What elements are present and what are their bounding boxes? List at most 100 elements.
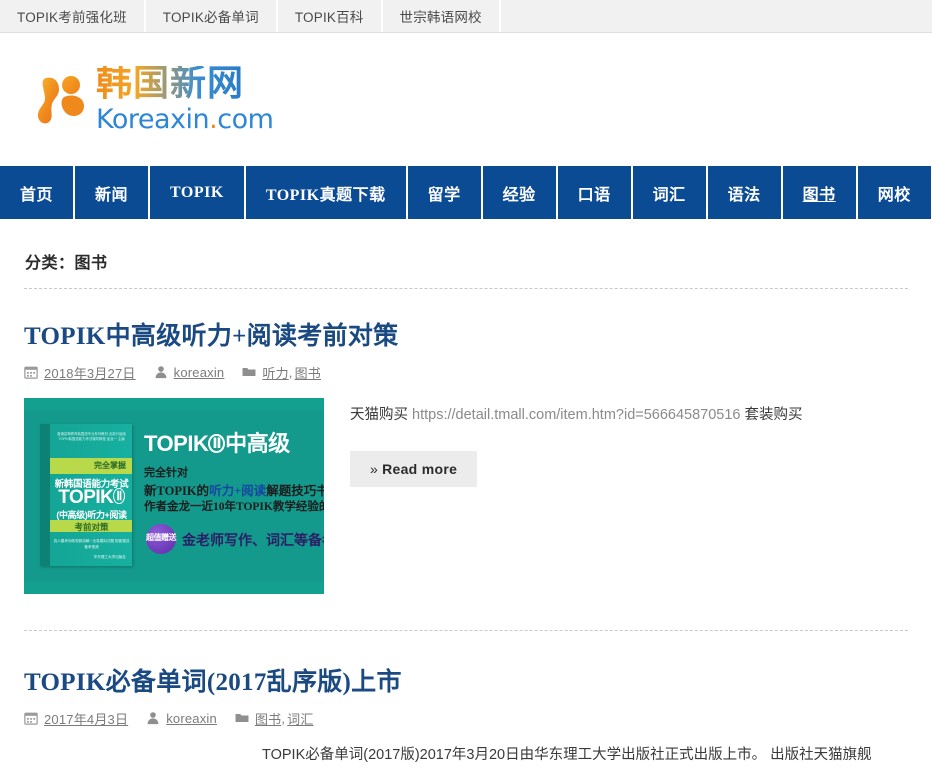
post-category[interactable]: 听力: [262, 363, 288, 382]
book-cover-band-text: 完全掌握: [53, 460, 130, 471]
nav-item-online-school[interactable]: 网校: [858, 166, 932, 219]
post-text-column: 天猫购买 https://detail.tmall.com/item.htm?i…: [350, 398, 908, 487]
user-icon: [146, 711, 160, 725]
post-excerpt: 天猫购买 https://detail.tmall.com/item.htm?i…: [350, 404, 908, 427]
calendar-icon: [24, 365, 38, 379]
topbar-tab-label: TOPIK必备单词: [163, 6, 259, 26]
banner-headline-main: TOPIK: [144, 431, 208, 456]
excerpt-suffix: 套装购买: [741, 407, 803, 423]
category-separator: ,: [281, 711, 285, 726]
banner-line-2: 新TOPIK的听力+阅读解题技巧书: [144, 480, 324, 499]
book-cover-brand: TOPIKⅡ: [51, 488, 132, 507]
excerpt-purchase-url[interactable]: https://detail.tmall.com/item.htm?id=566…: [412, 407, 740, 423]
logo-wordmark: 韩国新网 Koreaxin.com: [96, 66, 273, 133]
nav-item-grammar[interactable]: 语法: [708, 166, 783, 219]
book-cover-brand-text: TOPIK: [58, 487, 113, 508]
banner-line-2c: 解题技巧书: [266, 484, 324, 498]
nav-item-label: 新闻: [95, 181, 128, 205]
post-meta: 2017年4月3日 koreaxin 图书, 词汇: [24, 709, 908, 728]
topbar-tab-label: 世宗韩语网校: [400, 6, 482, 26]
post-featured-image[interactable]: 普通高等教育韩国语专业系列教材 全新升级版TOPIK韩国语能力考试辅导教程 金龙…: [24, 398, 324, 594]
nav-item-news[interactable]: 新闻: [75, 166, 150, 219]
nav-item-home[interactable]: 首页: [0, 166, 75, 219]
logo-domain-tld: com: [217, 104, 273, 135]
post-title-link[interactable]: TOPIK中高级听力+阅读考前对策: [24, 323, 908, 352]
folder-icon: [235, 711, 249, 725]
post-author[interactable]: koreaxin: [166, 711, 217, 726]
logo-chinese-name: 韩国新网: [96, 66, 273, 102]
calendar-icon: [24, 711, 38, 725]
banner-headline-roman: Ⅱ: [208, 434, 225, 453]
meta-author[interactable]: koreaxin: [154, 365, 225, 380]
meta-date[interactable]: 2018年3月27日: [24, 363, 136, 382]
topbar-tab-label: TOPIK百科: [295, 6, 364, 26]
main-navigation: 首页 新闻 TOPIK TOPIK真题下载 留学 经验 口语 词汇 语法 图书 …: [0, 166, 932, 219]
user-icon: [154, 365, 168, 379]
nav-item-label: 经验: [503, 181, 536, 205]
post-title-link[interactable]: TOPIK必备单词(2017乱序版)上市: [24, 669, 908, 698]
post-date[interactable]: 2017年4月3日: [44, 709, 128, 728]
read-more-button[interactable]: »Read more: [350, 451, 477, 487]
folder-icon: [242, 365, 256, 379]
banner-headline-tail: 中高级: [225, 431, 290, 456]
nav-item-topik-papers[interactable]: TOPIK真题下载: [246, 166, 408, 219]
nav-item-topik[interactable]: TOPIK: [150, 166, 246, 219]
banner-line-3: 作者金龙一近10年TOPIK教学经验的总结: [144, 498, 324, 514]
post-category[interactable]: 图书: [295, 363, 321, 382]
topbar-tab-1[interactable]: TOPIK必备单词: [146, 0, 278, 32]
post-category[interactable]: 图书: [255, 709, 281, 728]
book-cover-sub: 考前对策: [51, 521, 132, 533]
topbar-tab-2[interactable]: TOPIK百科: [278, 0, 383, 32]
topbar-tab-3[interactable]: 世宗韩语网校: [383, 0, 501, 32]
book-cover-top-note: 普通高等教育韩国语专业系列教材 全新升级版TOPIK韩国语能力考试辅导教程 金龙…: [53, 432, 130, 443]
post-date[interactable]: 2018年3月27日: [44, 363, 136, 382]
page-title: 分类：图书: [24, 219, 908, 288]
nav-item-experience[interactable]: 经验: [483, 166, 558, 219]
book-cover-brand-roman: Ⅱ: [113, 488, 124, 504]
nav-item-label: 留学: [428, 181, 461, 205]
topbar-filler: [501, 0, 932, 32]
post-item: TOPIK中高级听力+阅读考前对策 2018年3月27日: [24, 289, 908, 594]
nav-item-label: 语法: [728, 181, 761, 205]
nav-item-label: 词汇: [653, 181, 686, 205]
banner-line-2b: 听力+阅读: [209, 484, 266, 498]
koreaxin-y-mark-icon: [32, 71, 90, 129]
top-utility-bar: TOPIK考前强化班 TOPIK必备单词 TOPIK百科 世宗韩语网校: [0, 0, 932, 33]
post-author[interactable]: koreaxin: [174, 365, 225, 380]
book-cover-foot: 真人模考训练视频讲解 / 全真模拟试题 配套赠送备考视频: [53, 538, 130, 551]
nav-item-vocabulary[interactable]: 词汇: [633, 166, 708, 219]
banner-line-4: 金老师写作、词汇等备考视频: [182, 530, 324, 550]
banner-headline: TOPIKⅡ中高级: [144, 426, 290, 458]
topbar-tab-0[interactable]: TOPIK考前强化班: [0, 0, 146, 32]
nav-item-label: TOPIK: [170, 184, 224, 202]
banner-gift-badge: 超值赠送: [146, 524, 176, 554]
nav-item-label: 网校: [878, 181, 911, 205]
nav-item-label: TOPIK真题下载: [266, 181, 386, 205]
nav-item-label: 图书: [803, 181, 836, 205]
post-excerpt: TOPIK必备单词(2017版)2017年3月20日由华东理工大学出版社正式出版…: [262, 744, 908, 767]
excerpt-prefix: 天猫购买: [350, 407, 412, 423]
book-cover-image: 普通高等教育韩国语专业系列教材 全新升级版TOPIK韩国语能力考试辅导教程 金龙…: [40, 424, 132, 566]
post-category[interactable]: 词汇: [287, 709, 313, 728]
nav-item-books[interactable]: 图书: [783, 166, 858, 219]
nav-item-label: 首页: [20, 181, 53, 205]
post-body: 普通高等教育韩国语专业系列教材 全新升级版TOPIK韩国语能力考试辅导教程 金龙…: [24, 398, 908, 594]
meta-author[interactable]: koreaxin: [146, 711, 217, 726]
site-logo[interactable]: 韩国新网 Koreaxin.com: [32, 63, 273, 137]
category-separator: ,: [289, 365, 293, 380]
meta-categories[interactable]: 听力, 图书: [242, 363, 321, 382]
masthead: 韩国新网 Koreaxin.com: [0, 33, 932, 166]
banner-line-1: 完全针对: [144, 464, 188, 480]
meta-categories[interactable]: 图书, 词汇: [235, 709, 314, 728]
read-more-label: Read more: [382, 461, 457, 477]
nav-item-speaking[interactable]: 口语: [558, 166, 633, 219]
post-meta: 2018年3月27日 koreaxin 听力, 图书: [24, 363, 908, 382]
logo-domain: Koreaxin.com: [96, 106, 273, 133]
nav-item-label: 口语: [578, 181, 611, 205]
meta-date[interactable]: 2017年4月3日: [24, 709, 128, 728]
book-spine: [40, 424, 50, 566]
nav-item-study-abroad[interactable]: 留学: [408, 166, 483, 219]
chevron-right-icon: »: [370, 461, 378, 477]
banner-line-2a: 新TOPIK的: [144, 484, 209, 498]
book-cover-level: (中高级)听力+阅读: [51, 508, 132, 521]
